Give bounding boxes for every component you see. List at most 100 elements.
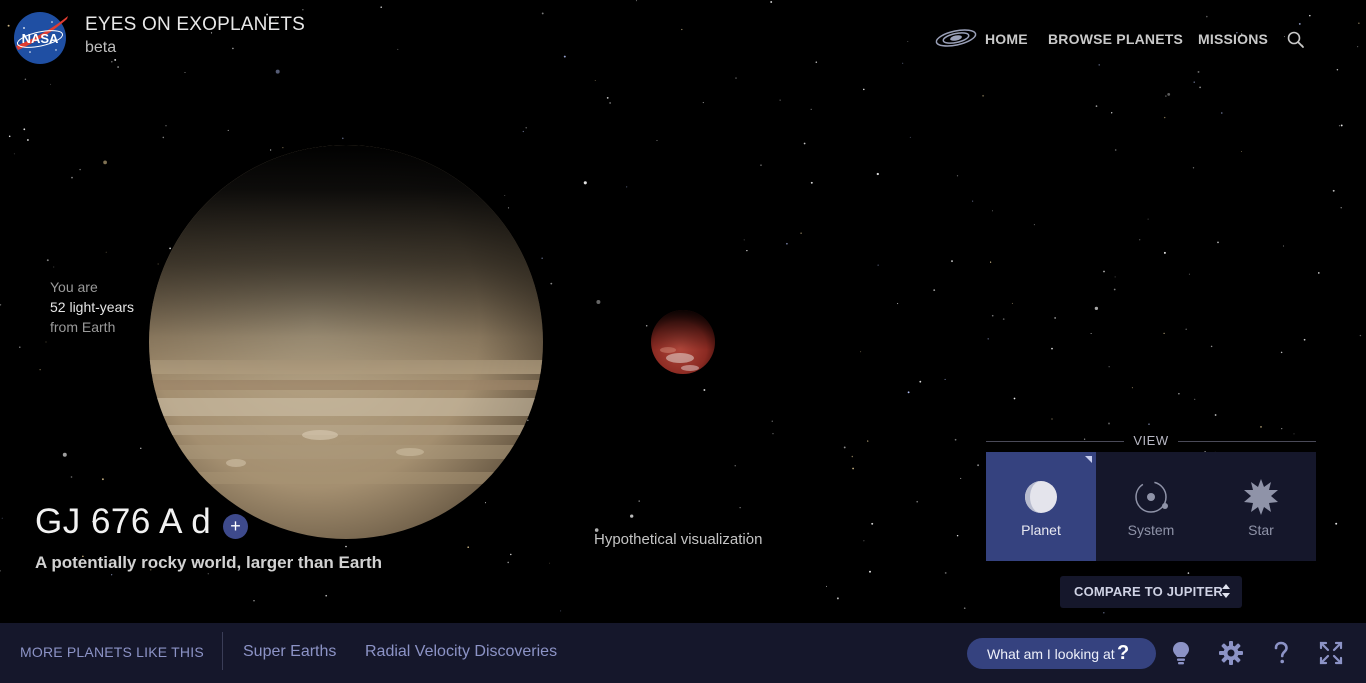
star-dot — [541, 257, 543, 259]
star-dot — [1335, 522, 1338, 525]
star-dot — [606, 97, 609, 99]
view-star-button[interactable]: Star — [1206, 452, 1316, 561]
system-orbit-icon — [1135, 481, 1168, 513]
star-dot — [1051, 418, 1053, 420]
star-dot — [1303, 338, 1306, 341]
star-dot — [165, 125, 167, 127]
help-question-icon[interactable] — [1268, 640, 1294, 666]
star-dot — [19, 346, 21, 348]
star-burst-icon — [1244, 479, 1278, 515]
star-dot — [944, 378, 946, 380]
star-dot — [105, 251, 107, 253]
star-dot — [800, 232, 802, 235]
star-dot — [954, 438, 957, 441]
star-dot — [681, 28, 683, 31]
star-dot — [1340, 124, 1343, 127]
star-dot — [71, 176, 73, 179]
star-dot — [871, 522, 874, 525]
view-system-label: System — [1127, 522, 1175, 538]
star-dot — [746, 249, 748, 252]
star-dot — [877, 264, 879, 266]
fullscreen-icon[interactable] — [1318, 640, 1344, 666]
view-planet-button[interactable]: Planet — [986, 452, 1096, 561]
star-dot — [1163, 251, 1166, 254]
star-dot — [770, 1, 773, 3]
star-dot — [863, 88, 865, 91]
star-dot — [1309, 14, 1311, 17]
app-title[interactable]: EYES ON EXOPLANETS — [85, 14, 305, 36]
nav-home[interactable]: HOME — [985, 31, 1028, 47]
star-dot — [1199, 86, 1202, 89]
nav-browse-planets[interactable]: BROWSE PLANETS — [1048, 31, 1183, 47]
nasa-logo-text: NASA — [22, 31, 59, 46]
lightbulb-icon[interactable] — [1168, 640, 1194, 666]
planet-icon — [1025, 481, 1057, 513]
star-dot — [1114, 276, 1116, 278]
star-dot — [1281, 427, 1283, 430]
compare-to-jupiter-select[interactable]: COMPARE TO JUPITER — [1060, 576, 1242, 608]
star-dot — [269, 149, 272, 151]
star-dot — [117, 66, 119, 68]
planet-name: GJ 676 A d — [35, 502, 212, 541]
star-dot — [1298, 22, 1301, 25]
add-planet-info-button[interactable]: + — [223, 514, 248, 539]
star-dot — [1187, 572, 1190, 574]
star-dot — [467, 546, 470, 549]
star-dot — [779, 99, 781, 101]
what-am-i-looking-at-label: What am I looking at — [987, 646, 1115, 662]
star-dot — [380, 6, 383, 9]
star-dot — [1011, 302, 1013, 304]
star-dot — [771, 420, 773, 422]
star-dot — [1282, 245, 1285, 247]
star-dot — [23, 128, 26, 131]
galaxy-icon[interactable] — [934, 26, 978, 50]
star-dot — [510, 553, 512, 556]
star-dot — [1178, 393, 1180, 395]
nav-missions[interactable]: MISSIONS — [1198, 31, 1268, 47]
search-icon[interactable] — [1286, 30, 1306, 50]
star-dot — [1163, 116, 1166, 119]
star-dot — [743, 239, 745, 241]
nasa-logo[interactable]: NASA — [12, 10, 68, 66]
star-dot — [843, 446, 846, 449]
star-dot — [549, 562, 551, 564]
star-dot — [1131, 387, 1133, 389]
star-dot — [507, 207, 510, 209]
star-dot — [760, 164, 762, 166]
star-dot — [810, 108, 812, 111]
star-dot — [609, 102, 611, 104]
star-dot — [79, 168, 81, 171]
star-dot — [302, 9, 304, 11]
star-dot — [951, 260, 953, 263]
star-dot — [525, 127, 527, 129]
link-radial-velocity-discoveries[interactable]: Radial Velocity Discoveries — [365, 643, 557, 661]
star-dot — [1111, 112, 1113, 114]
star-dot — [1359, 334, 1362, 337]
bottom-bar: MORE PLANETS LIKE THIS Super Earths Radi… — [0, 623, 1366, 683]
star-dot — [1114, 149, 1117, 151]
star-dot — [45, 341, 47, 343]
star-dot — [169, 247, 171, 250]
star-dot — [275, 69, 280, 74]
star-dot — [1054, 317, 1056, 319]
star-dot — [550, 282, 553, 285]
star-dot — [1241, 151, 1243, 152]
star-dot — [991, 210, 993, 212]
link-super-earths[interactable]: Super Earths — [243, 643, 336, 661]
select-updown-icon — [1222, 584, 1230, 598]
star-dot — [596, 300, 601, 304]
star-dot — [963, 607, 966, 610]
star-dot — [594, 80, 596, 82]
star-dot — [863, 540, 865, 542]
star-dot — [977, 464, 980, 467]
star-dot — [852, 467, 854, 470]
star-dot — [1188, 273, 1190, 275]
star-dot — [1340, 207, 1342, 209]
star-dot — [991, 314, 994, 317]
distance-line-1: You are — [50, 279, 98, 295]
settings-gear-icon[interactable] — [1218, 640, 1244, 666]
star-dot — [909, 136, 911, 138]
what-am-i-looking-at-button[interactable]: What am I looking at ? — [967, 638, 1156, 669]
star-dot — [907, 391, 910, 394]
view-system-button[interactable]: System — [1096, 452, 1206, 561]
